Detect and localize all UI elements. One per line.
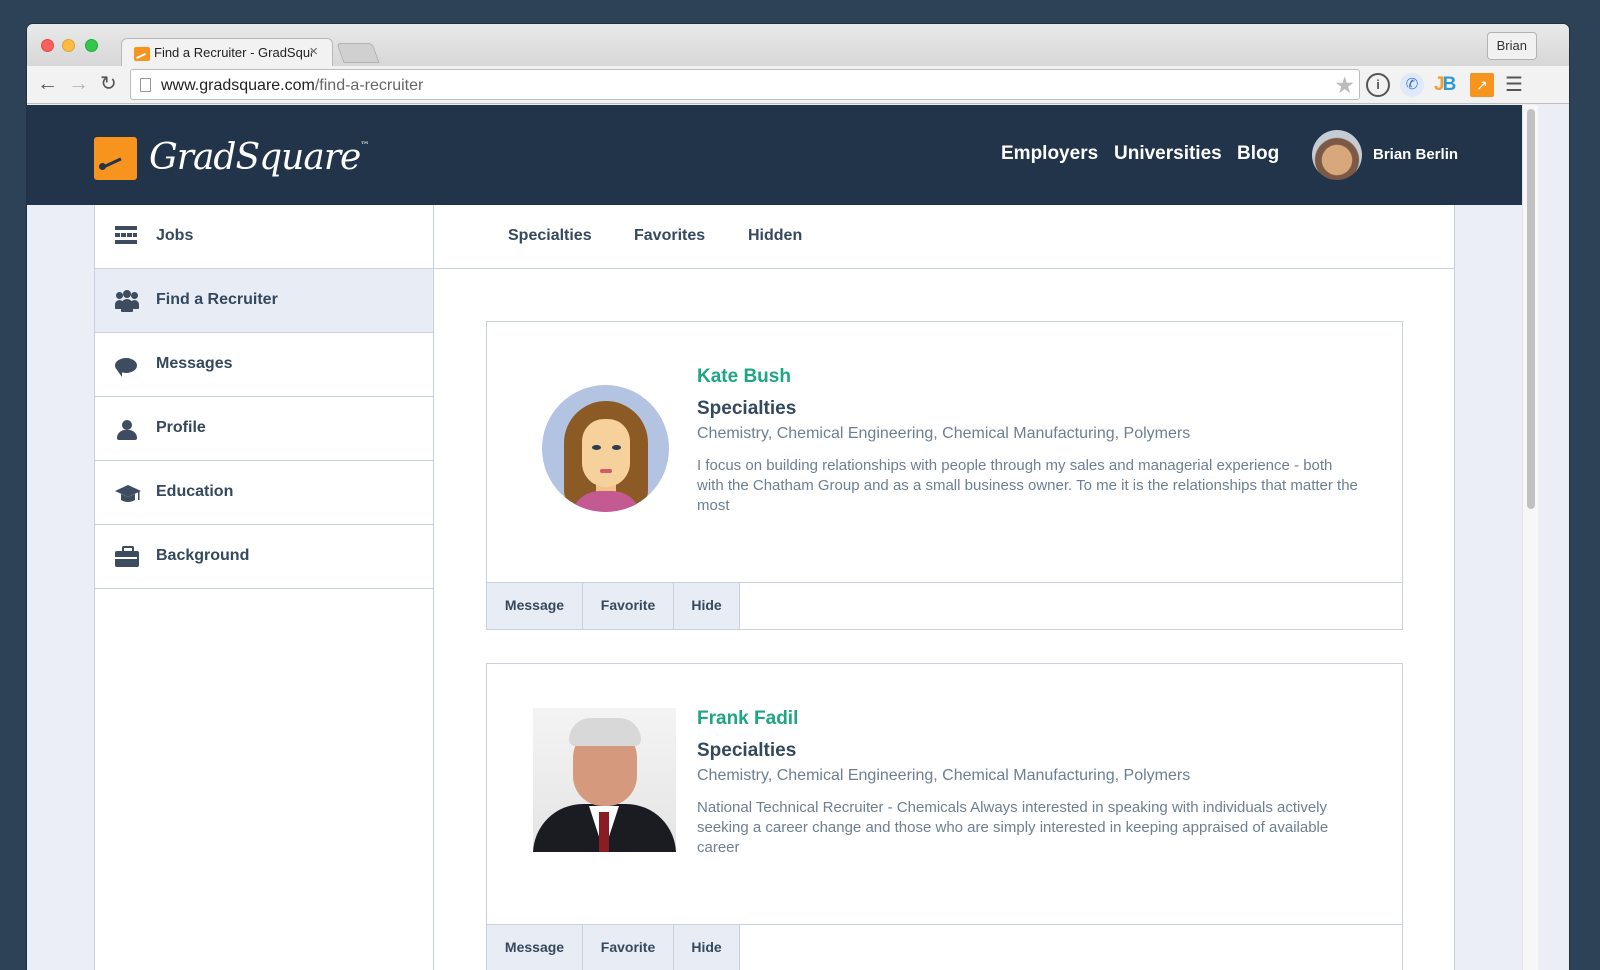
message-button[interactable]: Message xyxy=(487,583,583,629)
minimize-window-button[interactable] xyxy=(62,39,75,52)
message-button[interactable]: Message xyxy=(487,925,583,970)
sidebar-item-find-a-recruiter[interactable]: Find a Recruiter xyxy=(95,269,433,333)
recruiter-card: Frank Fadil Specialties Chemistry, Chemi… xyxy=(486,663,1403,970)
browser-toolbar: ← → ↻ www.gradsquare.com/find-a-recruite… xyxy=(27,66,1569,104)
gradsquare-logo-icon[interactable] xyxy=(94,137,137,180)
close-window-button[interactable] xyxy=(41,39,54,52)
site-logo[interactable]: GradSquare™ xyxy=(149,137,369,178)
specialties-heading: Specialties xyxy=(697,740,797,761)
specialties-heading: Specialties xyxy=(697,398,797,419)
reload-icon[interactable]: ↻ xyxy=(100,73,117,95)
sidebar-item-label: Profile xyxy=(156,419,206,436)
card-actions: Message Favorite Hide xyxy=(487,924,1402,970)
sidebar-item-label: Background xyxy=(156,547,250,564)
url-path: /find-a-recruiter xyxy=(314,77,424,94)
analytics-extension-icon[interactable]: ↗ xyxy=(1470,73,1494,97)
bookmark-star-icon[interactable]: ★ xyxy=(1334,72,1355,99)
chat-bubble-icon xyxy=(115,358,137,377)
recruiter-name[interactable]: Kate Bush xyxy=(697,366,791,388)
browser-titlebar: Find a Recruiter - GradSquare × Brian xyxy=(27,24,1569,67)
hide-button[interactable]: Hide xyxy=(674,583,740,629)
sidebar-item-label: Jobs xyxy=(156,227,194,244)
gradsquare-favicon-icon xyxy=(134,47,150,61)
scrollbar-thumb[interactable] xyxy=(1527,109,1535,509)
sidebar-item-messages[interactable]: Messages xyxy=(95,333,433,397)
favorite-button[interactable]: Favorite xyxy=(583,583,674,629)
logo-trademark: ™ xyxy=(360,141,369,151)
phone-extension-icon[interactable]: ✆ xyxy=(1400,73,1424,97)
briefcase-icon xyxy=(115,546,139,567)
main-content: Specialties Favorites Hidden Kate Bush S… xyxy=(434,205,1455,970)
user-avatar[interactable] xyxy=(1312,130,1362,180)
nav-universities-link[interactable]: Universities xyxy=(1114,143,1222,165)
sidebar-item-label: Find a Recruiter xyxy=(156,291,278,308)
menu-icon[interactable]: ☰ xyxy=(1505,73,1529,97)
page-viewport: GradSquare™ Employers Universities Blog … xyxy=(27,105,1522,970)
back-arrow-icon[interactable]: ← xyxy=(37,73,58,95)
browser-window: Find a Recruiter - GradSquare × Brian ← … xyxy=(27,24,1569,970)
jb-extension-icon[interactable]: JB xyxy=(1434,73,1458,97)
forward-arrow-icon[interactable]: → xyxy=(68,73,89,95)
recruiter-avatar[interactable] xyxy=(542,385,669,512)
url-text: www.gradsquare.com/find-a-recruiter xyxy=(161,77,423,95)
window-edge xyxy=(1538,105,1569,970)
sidebar-item-profile[interactable]: Profile xyxy=(95,397,433,461)
sidebar-item-background[interactable]: Background xyxy=(95,525,433,589)
user-name[interactable]: Brian Berlin xyxy=(1373,146,1458,163)
recruiter-card: Kate Bush Specialties Chemistry, Chemica… xyxy=(486,321,1403,630)
nav-blog-link[interactable]: Blog xyxy=(1237,143,1279,165)
page-scrollbar[interactable] xyxy=(1522,105,1538,970)
sidebar-item-education[interactable]: Education xyxy=(95,461,433,525)
specialties-list: Chemistry, Chemical Engineering, Chemica… xyxy=(697,425,1191,442)
sidebar-item-label: Education xyxy=(156,483,234,500)
onepassword-icon[interactable]: i xyxy=(1366,73,1390,97)
page-icon xyxy=(140,78,151,92)
url-host: www.gradsquare.com xyxy=(161,77,315,94)
tab-hidden[interactable]: Hidden xyxy=(748,227,802,245)
browser-profile-button[interactable]: Brian xyxy=(1486,32,1537,60)
favorite-button[interactable]: Favorite xyxy=(583,925,674,970)
tab-close-icon[interactable]: × xyxy=(309,43,318,60)
card-actions: Message Favorite Hide xyxy=(487,582,1402,629)
sidebar: Jobs Find a Recruiter Messages Profile E… xyxy=(94,205,434,970)
sidebar-item-jobs[interactable]: Jobs xyxy=(95,205,433,269)
tab-specialties[interactable]: Specialties xyxy=(508,227,592,245)
site-header: GradSquare™ Employers Universities Blog … xyxy=(27,105,1522,205)
address-bar[interactable]: www.gradsquare.com/find-a-recruiter ★ xyxy=(130,69,1360,100)
sidebar-item-label: Messages xyxy=(156,355,233,372)
browser-tab[interactable]: Find a Recruiter - GradSquare × xyxy=(121,38,333,67)
recruiter-subnav: Specialties Favorites Hidden xyxy=(434,205,1454,269)
zoom-window-button[interactable] xyxy=(85,39,98,52)
jobs-list-icon xyxy=(115,226,139,248)
hide-button[interactable]: Hide xyxy=(674,925,740,970)
recruiter-bio: National Technical Recruiter - Chemicals… xyxy=(697,799,1329,856)
user-icon xyxy=(115,418,139,440)
new-tab-button[interactable] xyxy=(336,43,380,63)
recruiter-photo[interactable] xyxy=(533,708,676,852)
specialties-list: Chemistry, Chemical Engineering, Chemica… xyxy=(697,767,1191,784)
recruiter-name[interactable]: Frank Fadil xyxy=(697,708,798,730)
recruiter-bio: I focus on building relationships with p… xyxy=(697,457,1358,514)
tab-title: Find a Recruiter - GradSquare xyxy=(154,45,312,60)
tab-favorites[interactable]: Favorites xyxy=(634,227,705,245)
logo-text: GradSquare xyxy=(149,137,361,178)
nav-employers-link[interactable]: Employers xyxy=(1001,143,1098,165)
people-icon xyxy=(115,290,139,312)
graduation-cap-icon xyxy=(115,482,141,504)
